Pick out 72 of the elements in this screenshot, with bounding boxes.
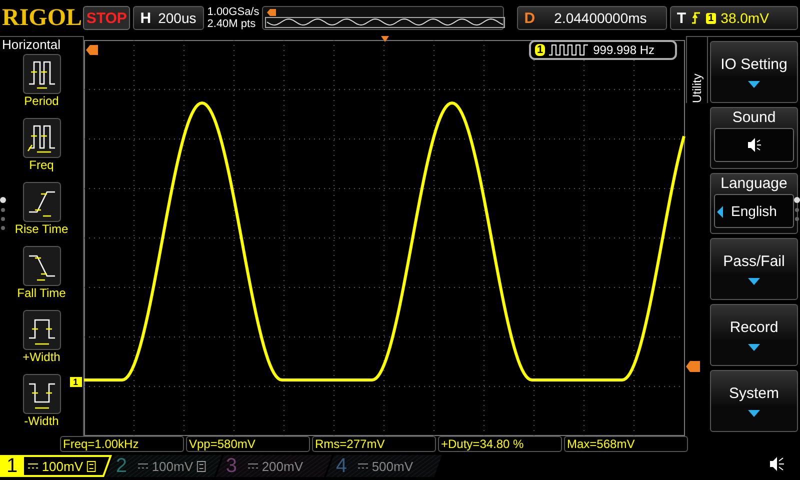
channel-number: 3 [226, 454, 238, 478]
measurement-reading: +Duty=34.80 % [438, 436, 562, 452]
square-wave-icon [549, 44, 590, 56]
memory-depth: 2.40M pts [207, 18, 257, 30]
channel-scale: 200mV [262, 458, 304, 474]
menu-tab[interactable]: Utility [686, 37, 708, 103]
trigger-level-marker-icon [686, 361, 700, 372]
sound-toggle[interactable] [714, 128, 794, 162]
channel-tab[interactable]: 2 100mV [106, 455, 222, 477]
speaker-icon[interactable] [768, 456, 786, 472]
measure-icon [22, 118, 60, 158]
measure-button[interactable]: Fall Time [17, 244, 66, 308]
delay-label: D [524, 10, 536, 26]
channel-scale: 500mV [372, 458, 414, 474]
delay-value: 2.04400000ms [553, 10, 648, 26]
measure-icon [22, 182, 60, 222]
frequency-reading: 999.998 Hz [593, 43, 655, 57]
submenu-arrow-icon [748, 410, 760, 418]
trigger-source: 1 [706, 12, 716, 24]
submenu-arrow-icon [748, 344, 760, 352]
measurement-reading: Vpp=580mV [186, 436, 310, 452]
measure-icon [22, 246, 60, 286]
sample-rate: 1.00GSa/s [207, 6, 260, 18]
measurement-reading: Max=568mV [564, 436, 688, 452]
measure-button[interactable]: -Width [22, 372, 60, 436]
measure-icon [22, 310, 60, 350]
timebase-box[interactable]: H 200us [133, 6, 204, 30]
menu-label: Language [720, 174, 788, 192]
position-marker-icon [267, 9, 276, 16]
channel-scale: 100mV [152, 458, 194, 474]
measurement-reading: Rms=277mV [312, 436, 436, 452]
timebase-label: H [140, 10, 152, 26]
measure-icon [22, 374, 60, 414]
submenu-arrow-icon [748, 80, 760, 88]
timebase-value: 200us [157, 10, 198, 26]
menu-label: Sound [732, 108, 776, 126]
submenu-arrow-icon [748, 278, 760, 286]
menu-button[interactable]: Record [710, 304, 798, 366]
left-arrow-icon [717, 206, 723, 218]
menu-title: Horizontal [1, 37, 61, 52]
run-stop-button[interactable]: STOP [83, 6, 130, 30]
dc-coupling-icon [28, 463, 38, 469]
channel-scale: 100mV [42, 458, 84, 474]
measure-icon [22, 54, 60, 94]
delay-box[interactable]: D 2.04400000ms [517, 6, 667, 30]
trigger-box[interactable]: T 1 38.0mV [670, 6, 798, 30]
dc-coupling-icon [138, 463, 148, 469]
channel-number: 1 [0, 455, 24, 477]
trigger-offset-marker-icon [381, 36, 389, 42]
measure-button[interactable]: Freq [22, 116, 60, 180]
measure-button[interactable]: Period [22, 52, 60, 116]
channel-number: 4 [336, 454, 348, 478]
rising-edge-icon [691, 11, 702, 25]
channel-tab[interactable]: 1 100mV [0, 455, 112, 477]
channel-tab[interactable]: 4 500mV [326, 455, 442, 477]
channel-marker: 1 [70, 377, 82, 387]
menu-button[interactable]: Pass/Fail [710, 238, 798, 300]
channel-tab[interactable]: 3 200mV [216, 455, 332, 477]
measure-button[interactable]: Rise Time [14, 180, 68, 244]
language-selector[interactable]: English [714, 194, 794, 228]
trigger-level: 38.0mV [720, 10, 769, 26]
brand-logo: RIGOL [2, 4, 80, 32]
trigger-label: T [676, 10, 686, 26]
measure-button[interactable]: +Width [22, 308, 60, 372]
menu-button[interactable]: IO Setting [710, 41, 798, 103]
measurement-reading: Freq=1.00kHz [60, 436, 184, 452]
channel-number: 2 [116, 454, 128, 478]
menu-button[interactable]: System [710, 370, 798, 432]
trigger-position-marker-icon [86, 45, 98, 55]
channel-chip: 1 [535, 44, 546, 56]
dc-coupling-icon [358, 463, 368, 469]
dc-coupling-icon [248, 463, 258, 469]
